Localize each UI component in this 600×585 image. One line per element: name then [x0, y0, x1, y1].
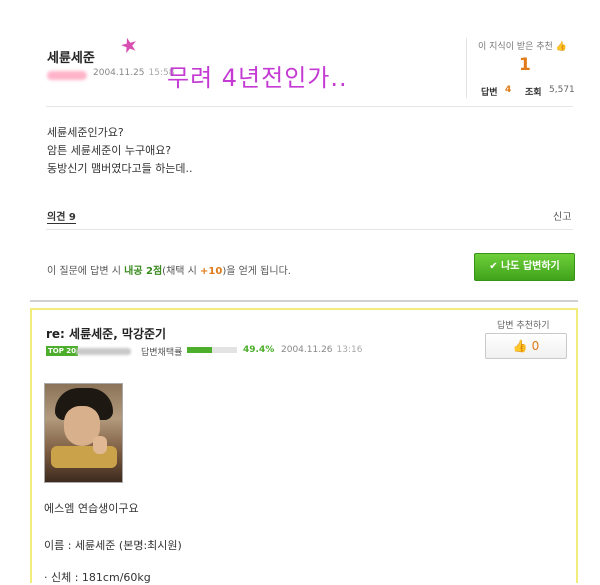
question-date: 2004.11.25 15:58: [93, 68, 174, 78]
adopt-rate-value: 49.4%: [243, 345, 275, 355]
top20-badge: TOP 20: [46, 346, 79, 356]
adopt-rate-fill: [187, 347, 212, 353]
answer-body-line: 에스엠 연습생이구요: [44, 502, 139, 515]
answer-recommend-count: 0: [531, 339, 540, 353]
recommend-label: 이 지식이 받은 추천 👍: [478, 39, 567, 52]
views-label: 조회: [525, 88, 542, 98]
notice-bonus: +10: [200, 266, 223, 277]
answers-label: 답변: [481, 88, 498, 98]
section-divider: [30, 300, 578, 302]
opinion-link[interactable]: 의견 9: [47, 208, 76, 224]
write-answer-button[interactable]: ✔ 나도 답변하기: [474, 253, 575, 281]
answer-body-line: 이름 : 세륜세준 (본명:최시원): [44, 539, 182, 552]
notice-pre: 이 질문에 답변 시: [47, 266, 125, 277]
stats-divider: [466, 38, 467, 98]
adopt-rate-bar: [187, 347, 237, 353]
report-link[interactable]: 신고: [553, 208, 571, 223]
question-body-line: 세륜세준인가요?: [47, 126, 124, 139]
question-title: 세륜세준: [47, 51, 95, 66]
question-body-line: 동방신기 맴버였다고들 하는데..: [47, 162, 193, 175]
divider: [46, 106, 573, 107]
thumbs-up-icon: 👍: [512, 339, 528, 353]
answer-date: 2004.11.26 13:16: [281, 345, 362, 355]
notice-mid: (채택 시: [162, 266, 201, 277]
thumbs-up-icon: 👍: [555, 42, 567, 52]
question-date-value: 2004.11.25: [93, 68, 145, 78]
divider: [46, 229, 573, 230]
notice-post: )을 얻게 됩니다.: [222, 266, 291, 277]
recommend-answer-button[interactable]: 👍 0: [485, 333, 567, 359]
blurred-author: [47, 71, 87, 80]
star-icon: ★: [117, 31, 141, 59]
notice-points: 내공 2점: [124, 266, 163, 277]
points-notice: 이 질문에 답변 시 내공 2점(채택 시 +10)을 얻게 됩니다.: [47, 262, 291, 277]
answer-recommend-label: 답변 추천하기: [497, 321, 550, 331]
recommend-label-text: 이 지식이 받은 추천: [478, 42, 553, 52]
handwritten-note: 무려 4년전인가..: [167, 64, 348, 92]
views-count: 5,571: [549, 85, 575, 95]
blurred-answerer: [76, 348, 131, 355]
recommend-count: 1: [519, 55, 531, 75]
answer-title: re: 세륜세준, 막강준기: [46, 327, 167, 341]
answer-time: 13:16: [336, 345, 363, 355]
answer-date-value: 2004.11.26: [281, 345, 333, 355]
question-body-line: 암튼 세륜세준이 누구애요?: [47, 144, 172, 157]
profile-photo: [44, 383, 123, 483]
answers-count[interactable]: 4: [505, 85, 511, 95]
adopt-rate-label: 답변채택률: [141, 348, 183, 358]
